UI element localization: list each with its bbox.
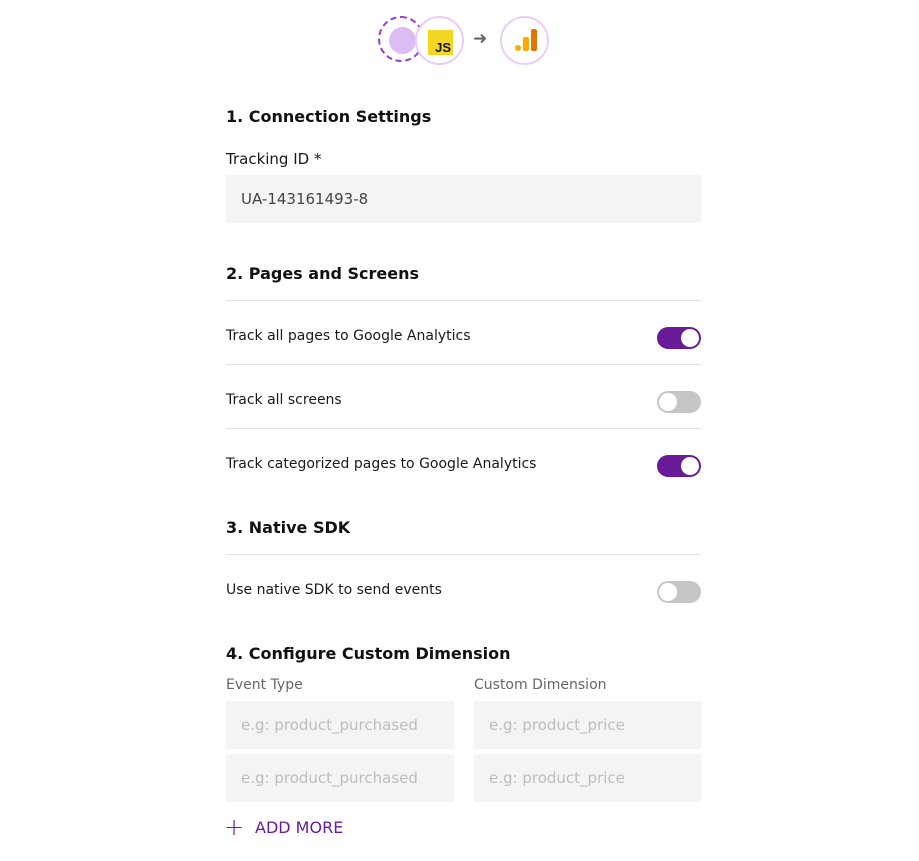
ga-bar-icon xyxy=(515,45,521,51)
js-logo-text: JS xyxy=(435,40,451,55)
add-more-button[interactable]: + ADD MORE xyxy=(224,813,344,841)
section-title-pages-and-screens: 2. Pages and Screens xyxy=(226,264,419,283)
track-categorized-pages-label: Track categorized pages to Google Analyt… xyxy=(226,456,537,472)
source-dot-icon xyxy=(389,27,416,54)
divider xyxy=(226,554,701,555)
event-type-column-label: Event Type xyxy=(226,677,303,693)
track-categorized-pages-toggle[interactable] xyxy=(657,455,701,477)
js-logo-icon: JS xyxy=(428,30,453,55)
section-title-native-sdk: 3. Native SDK xyxy=(226,518,351,537)
toggle-knob xyxy=(681,329,699,347)
destination-settings-page: JS ➜ 1. Connection Settings Tracking ID … xyxy=(0,0,919,861)
plus-icon: + xyxy=(224,813,245,841)
google-analytics-destination-icon xyxy=(500,16,549,65)
use-native-sdk-label: Use native SDK to send events xyxy=(226,582,442,598)
tracking-id-input[interactable] xyxy=(226,175,701,223)
track-all-pages-label: Track all pages to Google Analytics xyxy=(226,328,471,344)
right-arrow-icon: ➜ xyxy=(473,29,488,49)
tracking-id-label: Tracking ID * xyxy=(226,150,322,168)
event-type-input[interactable] xyxy=(226,754,454,802)
event-type-input[interactable] xyxy=(226,701,454,749)
track-all-screens-toggle[interactable] xyxy=(657,391,701,413)
toggle-knob xyxy=(659,393,677,411)
toggle-knob xyxy=(681,457,699,475)
divider xyxy=(226,364,701,365)
custom-dimension-input[interactable] xyxy=(474,754,701,802)
track-all-pages-toggle[interactable] xyxy=(657,327,701,349)
integration-flow-header: JS ➜ xyxy=(0,15,919,67)
add-more-label: ADD MORE xyxy=(255,817,344,837)
section-title-connection-settings: 1. Connection Settings xyxy=(226,107,432,126)
track-all-screens-label: Track all screens xyxy=(226,392,342,408)
divider xyxy=(226,428,701,429)
divider xyxy=(226,300,701,301)
javascript-source-icon: JS xyxy=(415,16,464,65)
section-title-custom-dimension: 4. Configure Custom Dimension xyxy=(226,644,511,663)
toggle-knob xyxy=(659,583,677,601)
use-native-sdk-toggle[interactable] xyxy=(657,581,701,603)
ga-bar-icon xyxy=(531,29,537,51)
custom-dimension-column-label: Custom Dimension xyxy=(474,677,607,693)
ga-bar-icon xyxy=(523,37,529,51)
custom-dimension-input[interactable] xyxy=(474,701,701,749)
